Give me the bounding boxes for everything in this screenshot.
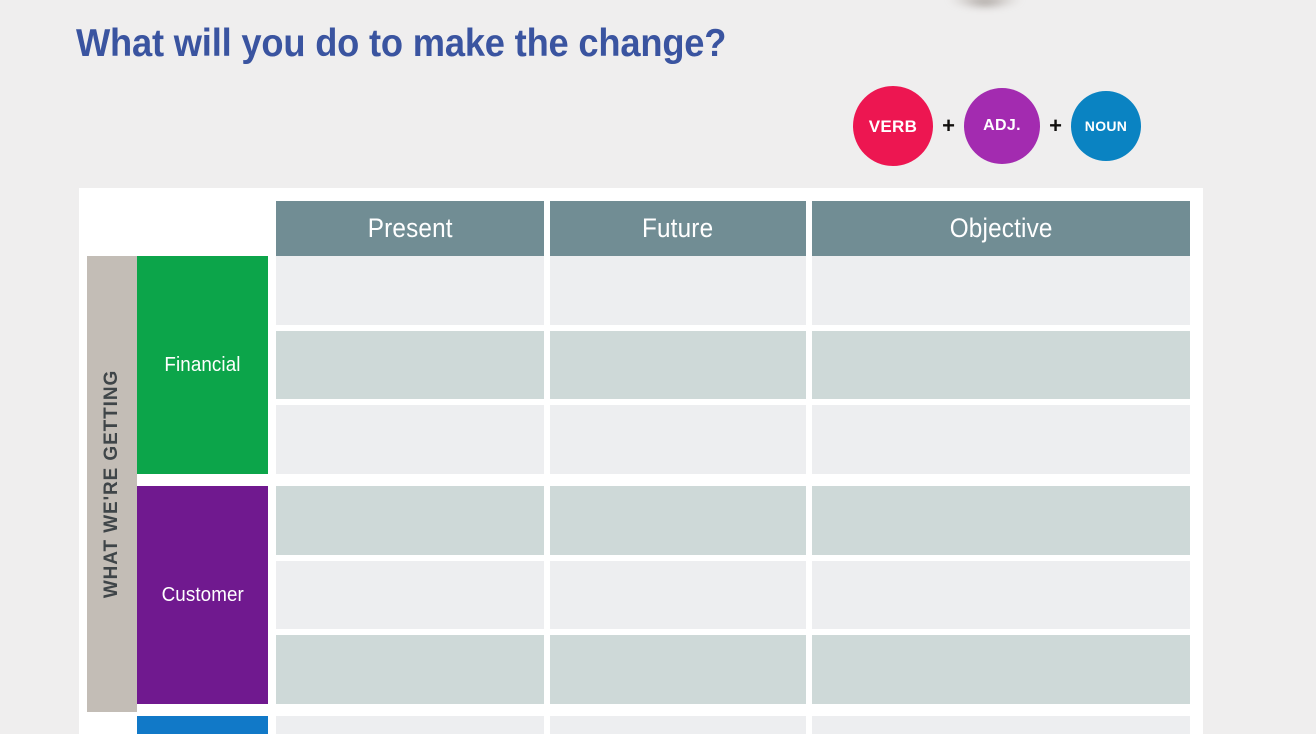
- column-header-future: Future: [550, 201, 806, 256]
- bubble-adjective: ADJ.: [964, 88, 1040, 164]
- plus-separator-1: +: [942, 113, 955, 138]
- category-block-partial[interactable]: [137, 716, 268, 734]
- cell-financial-3-objective[interactable]: [812, 405, 1190, 475]
- table-row: [276, 330, 1203, 400]
- row-group-partial: [137, 716, 1203, 734]
- column-header-future-label: Future: [642, 213, 714, 243]
- header-category-spacer: [137, 201, 276, 256]
- axis-bar: WHAT WE'RE GETTING: [87, 256, 137, 712]
- cell-financial-1-objective[interactable]: [812, 256, 1190, 325]
- column-header-objective-label: Objective: [949, 213, 1053, 243]
- scorecard-matrix: Present Future Objective WHAT WE'RE GETT…: [79, 188, 1203, 734]
- cell-financial-3-present[interactable]: [276, 405, 544, 475]
- cell-customer-2-objective[interactable]: [812, 560, 1190, 630]
- column-header-present-label: Present: [367, 213, 453, 243]
- cell-financial-1-future[interactable]: [550, 256, 806, 325]
- bubble-noun-label: NOUN: [1084, 118, 1128, 134]
- column-header-present: Present: [276, 201, 544, 256]
- plus-separator-2: +: [1049, 113, 1062, 138]
- page-title: What will you do to make the change?: [76, 22, 727, 65]
- row-group-customer: Customer: [137, 486, 1203, 705]
- customer-cells: [276, 486, 1203, 705]
- row-group-financial: Financial: [137, 256, 1203, 475]
- axis-label: WHAT WE'RE GETTING: [101, 369, 123, 599]
- top-edge-artifact: [948, 0, 1022, 6]
- table-row: [276, 256, 1203, 325]
- cell-financial-2-future[interactable]: [550, 330, 806, 400]
- table-row: [276, 486, 1203, 555]
- cell-customer-1-objective[interactable]: [812, 486, 1190, 555]
- category-label-customer: Customer: [161, 583, 244, 606]
- category-block-customer[interactable]: Customer: [137, 486, 268, 704]
- cell-financial-2-objective[interactable]: [812, 330, 1190, 400]
- bubble-noun: NOUN: [1071, 91, 1141, 161]
- cell-financial-3-future[interactable]: [550, 405, 806, 475]
- cell-customer-1-present[interactable]: [276, 486, 544, 555]
- bubble-verb: VERB: [853, 86, 933, 166]
- cell-partial-1-future[interactable]: [550, 716, 806, 734]
- cell-financial-1-present[interactable]: [276, 256, 544, 325]
- table-row: [276, 716, 1203, 734]
- cell-financial-2-present[interactable]: [276, 330, 544, 400]
- cell-customer-2-present[interactable]: [276, 560, 544, 630]
- bubble-adjective-label: ADJ.: [983, 117, 1021, 134]
- category-label-financial: Financial: [164, 353, 241, 376]
- cell-customer-3-objective[interactable]: [812, 635, 1190, 705]
- axis-rail: WHAT WE'RE GETTING: [79, 256, 137, 734]
- table-row: [276, 405, 1203, 475]
- table-row: [276, 560, 1203, 630]
- financial-cells: [276, 256, 1203, 475]
- cell-customer-3-future[interactable]: [550, 635, 806, 705]
- partial-cells: [276, 716, 1203, 734]
- formula-bubbles: VERB + ADJ. + NOUN: [853, 86, 1141, 166]
- category-block-financial[interactable]: Financial: [137, 256, 268, 474]
- matrix-body: WHAT WE'RE GETTING Financial Customer: [79, 256, 1203, 734]
- cell-customer-2-future[interactable]: [550, 560, 806, 630]
- cell-partial-1-objective[interactable]: [812, 716, 1190, 734]
- cell-partial-1-present[interactable]: [276, 716, 544, 734]
- header-axis-spacer: [79, 201, 137, 256]
- cell-customer-1-future[interactable]: [550, 486, 806, 555]
- table-row: [276, 635, 1203, 705]
- matrix-header-row: Present Future Objective: [79, 188, 1203, 256]
- bubble-verb-label: VERB: [868, 116, 918, 136]
- column-header-objective: Objective: [812, 201, 1190, 256]
- matrix-groups: Financial Customer: [137, 256, 1203, 734]
- cell-customer-3-present[interactable]: [276, 635, 544, 705]
